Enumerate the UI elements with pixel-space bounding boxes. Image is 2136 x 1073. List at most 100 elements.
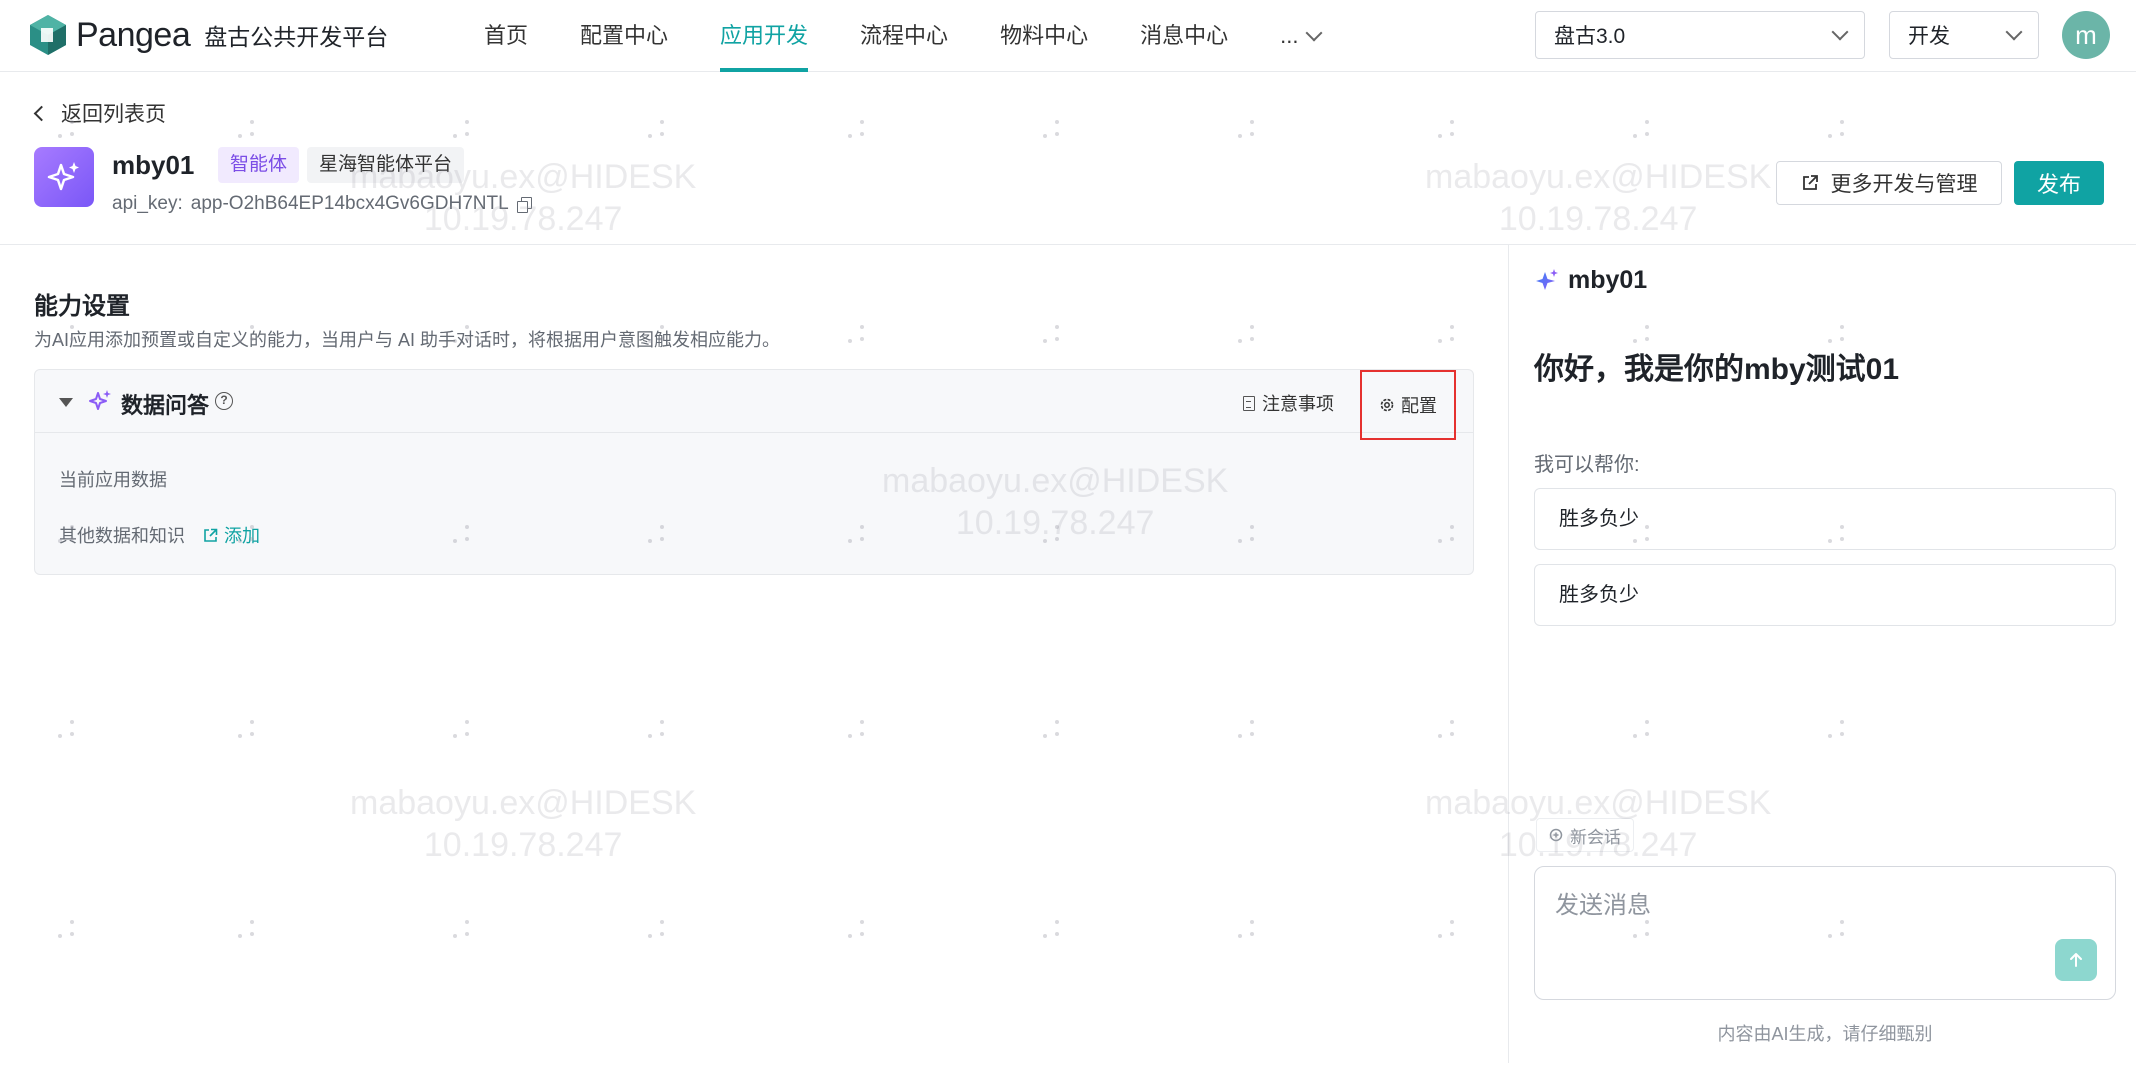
- ai-disclaimer: 内容由AI生成，请仔细甄别: [1717, 1024, 1933, 1044]
- watermark-dot: [1828, 734, 1832, 738]
- header-divider: [0, 244, 2136, 245]
- new-chat-button[interactable]: 新会话: [1536, 818, 1634, 852]
- help-icon[interactable]: ?: [215, 392, 233, 410]
- watermark-dot: [1238, 339, 1242, 343]
- watermark-dot: [1238, 734, 1242, 738]
- watermark-dot: [1438, 339, 1442, 343]
- watermark-dot: [860, 932, 864, 936]
- watermark-dot: [1250, 337, 1254, 341]
- watermark-dot: [660, 720, 664, 724]
- watermark-dot: [1645, 132, 1649, 136]
- watermark-dot: [1450, 932, 1454, 936]
- back-to-list-link[interactable]: 返回列表页: [33, 98, 166, 128]
- nav-item-message-center[interactable]: 消息中心: [1140, 0, 1228, 72]
- chevron-down-icon: [1831, 23, 1849, 41]
- watermark-dot: [1055, 732, 1059, 736]
- nav-item-flow-center[interactable]: 流程中心: [860, 0, 948, 72]
- app-name: mby01: [112, 150, 195, 180]
- watermark-dot: [1250, 120, 1254, 124]
- capability-description: 为AI应用添加预置或自定义的能力，当用户与 AI 助手对话时，将根据用户意图触发…: [34, 330, 781, 350]
- watermark-dot: [1055, 120, 1059, 124]
- nav-item-app-dev[interactable]: 应用开发: [720, 0, 809, 72]
- pangea-logo-icon: [30, 15, 66, 55]
- watermark-dot: [250, 720, 254, 724]
- watermark-dot: [848, 934, 852, 938]
- watermark-ip: 10.19.78.247: [1498, 200, 1698, 238]
- chevron-down-icon: [1305, 24, 1323, 42]
- watermark-dot: [1450, 325, 1454, 329]
- add-data-link[interactable]: 添加: [203, 522, 260, 548]
- publish-button[interactable]: 发布: [2014, 161, 2104, 205]
- watermark-dot: [1250, 920, 1254, 924]
- nav-item-material-center[interactable]: 物料中心: [1000, 0, 1088, 72]
- nav-item-home[interactable]: 首页: [484, 0, 528, 72]
- external-link-icon: [1802, 175, 1818, 190]
- add-label: 添加: [224, 526, 260, 546]
- copy-icon[interactable]: [516, 196, 532, 213]
- watermark-dot: [250, 920, 254, 924]
- watermark-dot: [1450, 120, 1454, 124]
- collapse-caret-icon[interactable]: [59, 398, 73, 407]
- api-key-value: app-O2hB64EP14bcx4Gv6GDH7NTL: [190, 193, 509, 214]
- watermark-dot: [860, 920, 864, 924]
- chevron-down-icon: [2005, 23, 2023, 41]
- logo-text: Pangea: [76, 15, 191, 54]
- watermark-dot: [1633, 134, 1637, 138]
- watermark-dot: [250, 132, 254, 136]
- watermark-dot: [1840, 132, 1844, 136]
- watermark-dot: [860, 120, 864, 124]
- notice-button[interactable]: 注意事项: [1243, 390, 1334, 416]
- watermark-dot: [1840, 720, 1844, 724]
- config-button[interactable]: 配置: [1360, 370, 1456, 440]
- watermark-dot: [238, 734, 242, 738]
- watermark-dot: [860, 720, 864, 724]
- environment-select[interactable]: 开发: [1889, 11, 2039, 59]
- top-navbar: Pangea 盘古公共开发平台 首页 配置中心 应用开发 流程中心 物料中心 消…: [0, 0, 2136, 72]
- more-dev-manage-label: 更多开发与管理: [1830, 173, 1978, 196]
- watermark-dot: [1250, 132, 1254, 136]
- chat-message-input[interactable]: [1555, 885, 2035, 945]
- send-button[interactable]: [2055, 939, 2097, 981]
- watermark-user: mabaoyu.ex@HIDESK: [350, 784, 697, 822]
- watermark-dot: [860, 132, 864, 136]
- watermark-dot: [465, 920, 469, 924]
- chat-greeting: 你好，我是你的mby测试01: [1534, 353, 1900, 386]
- watermark-dot: [1645, 732, 1649, 736]
- more-dev-manage-button[interactable]: 更多开发与管理: [1776, 161, 2002, 205]
- user-avatar[interactable]: m: [2062, 11, 2110, 59]
- watermark-dot: [238, 934, 242, 938]
- watermark-dot: [1450, 720, 1454, 724]
- new-chat-icon: [1549, 828, 1563, 841]
- chevron-left-icon: [33, 105, 50, 121]
- nav-more-label: ...: [1280, 23, 1299, 48]
- nav-item-config-center[interactable]: 配置中心: [580, 0, 668, 72]
- watermark-dot: [1438, 934, 1442, 938]
- watermark-dot: [1055, 720, 1059, 724]
- suggestion-item[interactable]: 胜多负少: [1534, 564, 2116, 626]
- watermark-dot: [250, 732, 254, 736]
- watermark-dot: [465, 132, 469, 136]
- logo[interactable]: Pangea 盘古公共开发平台: [26, 12, 388, 58]
- new-chat-label: 新会话: [1570, 827, 1621, 847]
- capability-title: 能力设置: [34, 293, 130, 320]
- watermark-dot: [1055, 132, 1059, 136]
- watermark-dot: [1055, 325, 1059, 329]
- data-qa-card: 数据问答 ? 注意事项 配置 当前应用数据 其他数据和知识 添加: [34, 369, 1474, 575]
- watermark-dot: [1043, 134, 1047, 138]
- version-select[interactable]: 盘古3.0: [1535, 11, 1865, 59]
- watermark-dot: [1250, 932, 1254, 936]
- watermark-dot: [1840, 120, 1844, 124]
- watermark-dot: [465, 120, 469, 124]
- api-key-row: api_key: app-O2hB64EP14bcx4Gv6GDH7NTL: [112, 193, 532, 215]
- nav-more-menu[interactable]: ...: [1280, 0, 1323, 72]
- watermark-dot: [1238, 934, 1242, 938]
- panel-divider: [1508, 245, 1509, 1063]
- watermark-dot: [465, 932, 469, 936]
- watermark-dot: [238, 134, 242, 138]
- sparkle-icon: [1536, 268, 1558, 290]
- watermark-dot: [1450, 732, 1454, 736]
- suggestion-item[interactable]: 胜多负少: [1534, 488, 2116, 550]
- environment-select-value: 开发: [1908, 25, 1950, 48]
- watermark-dot: [1450, 920, 1454, 924]
- external-link-icon: [204, 528, 218, 542]
